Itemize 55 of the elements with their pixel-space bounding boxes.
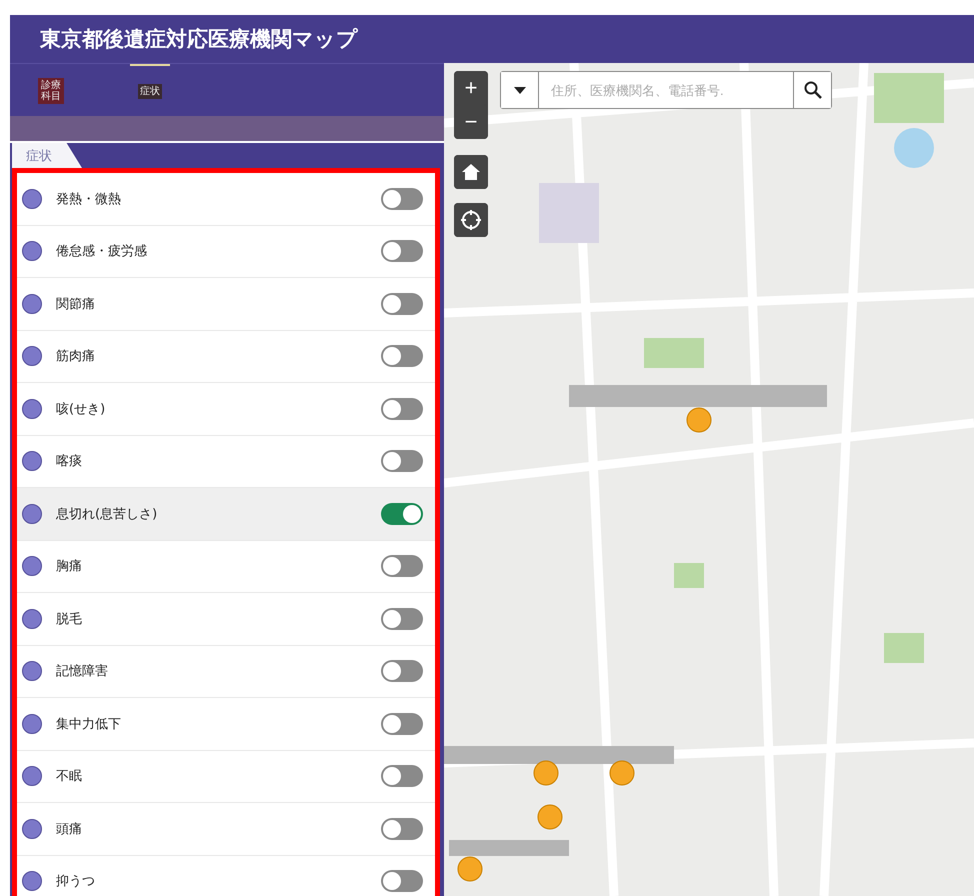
- app-title: 東京都後遺症対応医療機関マップ: [40, 26, 358, 53]
- search-field[interactable]: 住所、医療機関名、電話番号.: [539, 72, 793, 108]
- symptom-dot: [22, 766, 42, 786]
- symptom-label: 不眠: [56, 768, 83, 786]
- symptom-label: 息切れ(息苦しさ): [56, 506, 158, 523]
- symptom-dot: [22, 346, 42, 366]
- symptom-label: 抑うつ: [56, 873, 96, 890]
- symptom-label: 脱毛: [56, 610, 83, 628]
- toggle-switch[interactable]: [381, 555, 423, 578]
- symptom-label: 倦怠感・疲労感: [56, 243, 148, 260]
- symptom-tab[interactable]: 症状: [12, 143, 82, 168]
- symptom-dot: [22, 504, 42, 524]
- home-button[interactable]: [454, 155, 488, 189]
- symptom-dot: [22, 818, 42, 839]
- symptom-dot: [22, 871, 42, 892]
- symptom-label: 喀痰: [56, 453, 83, 470]
- search-bar[interactable]: 住所、医療機関名、電話番号.: [500, 71, 832, 109]
- symptom-dot: [22, 661, 42, 682]
- toggle-switch[interactable]: [381, 398, 423, 420]
- toggle-switch[interactable]: [381, 292, 423, 315]
- symptom-dot: [22, 294, 42, 314]
- symptom-dot: [22, 714, 42, 734]
- locate-button[interactable]: [454, 203, 488, 237]
- toggle-switch[interactable]: [381, 870, 423, 892]
- dropdown-button[interactable]: [501, 72, 539, 108]
- search-button[interactable]: [793, 72, 831, 108]
- symptom-dot: [22, 556, 42, 576]
- toggle-switch[interactable]: [381, 240, 423, 262]
- crosshair-icon: [460, 209, 482, 231]
- symptom-dot: [22, 451, 42, 472]
- symptom-label: 関節痛: [56, 296, 96, 313]
- home-icon: [461, 163, 481, 181]
- toggle-switch[interactable]: [381, 502, 423, 525]
- symptom-dot: [22, 608, 42, 629]
- symptom-dot: [22, 241, 42, 262]
- symptom-label: 筋肉痛: [56, 348, 96, 366]
- symptom-label: 記憶障害: [56, 663, 109, 680]
- search-icon: [804, 81, 822, 99]
- toggle-switch[interactable]: [381, 712, 423, 735]
- symptom-dot: [22, 398, 42, 419]
- symptom-label: 発熱・微熱: [56, 190, 122, 208]
- symptom-label: 頭痛: [56, 820, 83, 838]
- panel-tab[interactable]: 診療科目: [30, 64, 72, 116]
- toggle-switch[interactable]: [381, 345, 423, 368]
- toggle-switch[interactable]: [381, 450, 423, 472]
- symptom-label: 咳(せき): [56, 400, 106, 418]
- symptom-label: 胸痛: [56, 558, 83, 576]
- symptom-label: 集中力低下: [56, 716, 122, 733]
- caret-icon: [514, 86, 526, 94]
- toggle-switch[interactable]: [381, 188, 423, 210]
- toggle-switch[interactable]: [381, 818, 423, 840]
- toggle-switch[interactable]: [381, 765, 423, 788]
- symptom-dot: [22, 188, 42, 209]
- toggle-switch[interactable]: [381, 608, 423, 630]
- toggle-switch[interactable]: [381, 660, 423, 682]
